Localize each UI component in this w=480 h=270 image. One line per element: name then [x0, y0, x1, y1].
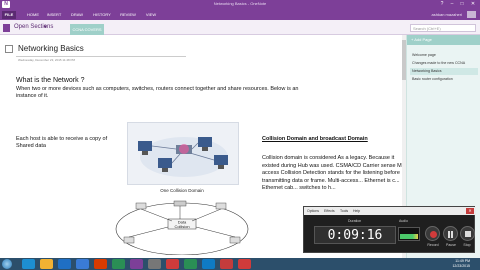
paragraph-network[interactable]: When two or more devices such as compute… [16, 86, 316, 100]
page-title[interactable]: Networking Basics [18, 44, 84, 53]
page-date: Wednesday, December 23, 2015 11:48 PM [18, 58, 76, 62]
tab-draw[interactable]: DRAW [70, 11, 84, 19]
page-list-item-active[interactable]: Networking Basics [410, 68, 478, 75]
page-list-item[interactable]: Welcome page [410, 52, 478, 59]
computer-icon [138, 141, 152, 151]
taskbar-app-icon[interactable] [202, 259, 215, 269]
hub-icon [173, 200, 187, 207]
tab-history[interactable]: HISTORY [92, 11, 112, 19]
notebook-icon[interactable] [3, 24, 10, 32]
recorder-menu-tools[interactable]: Tools [340, 208, 348, 214]
computer-icon [158, 158, 172, 168]
taskbar-app-icon[interactable] [112, 259, 125, 269]
computer-icon [123, 236, 135, 244]
taskbar-app-icon[interactable] [220, 259, 233, 269]
record-label: Record [427, 243, 439, 247]
recorder-menubar: Options Effects Tools Help ✕ [304, 207, 476, 215]
help-icon[interactable]: ? [438, 1, 446, 8]
page-list-item[interactable]: Basic router configuration [410, 76, 478, 83]
maximize-button[interactable]: □ [458, 1, 466, 8]
recording-timer: 0:09:16 [314, 226, 396, 244]
user-name[interactable]: ashkan mazaheri [432, 12, 462, 17]
stop-label: Stop [463, 243, 471, 247]
heading-collision[interactable]: Collision Domain and broadcast Domain [262, 136, 368, 142]
taskbar-app-icon[interactable] [22, 259, 35, 269]
page-checkbox[interactable] [5, 45, 13, 53]
taskbar-app-icon[interactable] [76, 259, 89, 269]
tab-file[interactable]: FILE [2, 11, 16, 19]
computer-icon [135, 202, 147, 210]
network-illustration[interactable] [127, 122, 239, 185]
notebook-label[interactable]: Open Sections [14, 24, 53, 30]
taskbar-app-icon[interactable] [58, 259, 71, 269]
recorder-menu-options[interactable]: Options [307, 208, 319, 214]
title-underline [16, 56, 186, 57]
tab-view[interactable]: VIEW [144, 11, 158, 19]
taskbar-app-icon[interactable] [148, 259, 161, 269]
clock-date: 12/23/2015 [452, 264, 470, 268]
taskbar-app-icon[interactable] [94, 259, 107, 269]
computer-icon [214, 155, 228, 165]
recorder-menu-help[interactable]: Help [353, 208, 360, 214]
paragraph-collision[interactable]: Collision domain is considered As a lega… [262, 155, 412, 193]
notebook-section-bar: Open Sections ▾ CCNA COVERS Search (Ctrl… [0, 20, 480, 35]
paragraph-host[interactable]: Each host is able to receive a copy of S… [16, 136, 116, 150]
page-list-item[interactable]: Changes made to the new CCNA [410, 60, 478, 67]
taskbar-clock[interactable]: 11:49 PM 12/23/2015 [452, 259, 470, 269]
duration-label: Duration [348, 219, 362, 223]
pause-button[interactable] [443, 226, 458, 241]
title-bar: N Networking Basics - OneNote ? – □ ✕ [0, 0, 480, 9]
screen-recorder-widget: Options Effects Tools Help ✕ Duration 0:… [303, 206, 476, 253]
chevron-down-icon[interactable]: ▾ [44, 24, 47, 30]
heading-network[interactable]: What is the Network ? [16, 77, 84, 84]
taskbar-app-icon[interactable] [238, 259, 251, 269]
taskbar-app-icon[interactable] [166, 259, 179, 269]
start-button[interactable] [2, 259, 12, 269]
tab-review[interactable]: REVIEW [118, 11, 138, 19]
close-button[interactable]: ✕ [469, 1, 477, 8]
svg-text:Collision: Collision [174, 224, 189, 229]
taskbar: 11:49 PM 12/23/2015 [0, 258, 480, 270]
taskbar-app-icon[interactable] [40, 259, 53, 269]
tab-home[interactable]: HOME [26, 11, 40, 19]
computer-icon [215, 202, 227, 210]
audio-label: Audio [399, 219, 408, 223]
collision-domain-diagram[interactable]: One Collision Domain Data Collision [112, 185, 252, 256]
recorder-menu-effects[interactable]: Effects [324, 208, 335, 214]
computer-icon [198, 137, 212, 147]
tab-insert[interactable]: INSERT [45, 11, 63, 19]
avatar[interactable] [467, 11, 476, 18]
window-title: Networking Basics - OneNote [213, 1, 267, 6]
taskbar-app-icon[interactable] [130, 259, 143, 269]
audio-level-bar [400, 234, 418, 239]
computer-icon [229, 236, 241, 244]
section-tab[interactable]: CCNA COVERS [70, 24, 104, 35]
stop-button[interactable] [460, 226, 475, 241]
search-input[interactable]: Search (Ctrl+E) [410, 24, 476, 32]
ribbon-tab-bar: FILE HOME INSERT DRAW HISTORY REVIEW VIE… [0, 9, 480, 20]
add-page-button[interactable]: + Add Page [407, 35, 480, 45]
diagram-title: One Collision Domain [160, 188, 204, 193]
close-icon[interactable]: ✕ [466, 208, 474, 214]
taskbar-app-icon[interactable] [184, 259, 197, 269]
record-button[interactable] [425, 226, 440, 241]
minimize-button[interactable]: – [448, 1, 456, 8]
